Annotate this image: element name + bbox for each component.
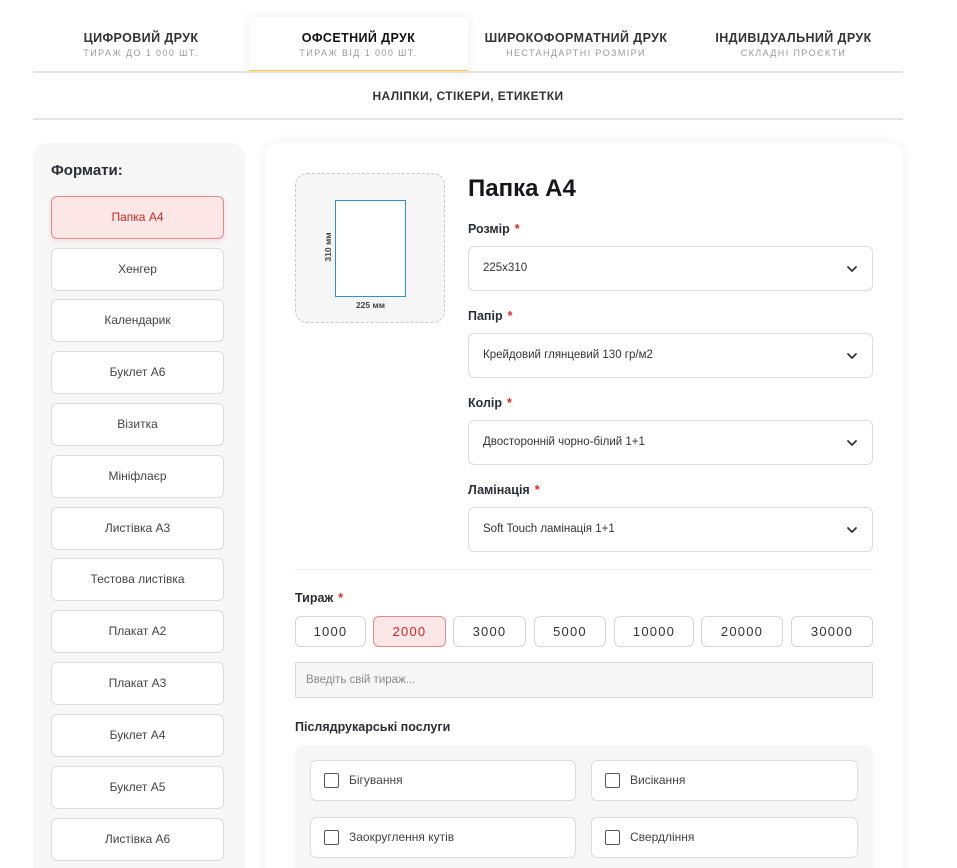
required-mark: *	[534, 483, 540, 497]
tab-subtitle: СКЛАДНІ ПРОЄКТИ	[740, 48, 847, 58]
paper-label: Папір *	[468, 309, 512, 323]
quantity-option-30000[interactable]: 30000	[791, 616, 873, 647]
custom-quantity-input[interactable]	[295, 662, 873, 698]
required-mark: *	[338, 591, 344, 605]
chevron-down-icon	[847, 266, 857, 272]
tab-title: ШИРОКОФОРМАТНИЙ ДРУК	[484, 31, 668, 45]
quantity-label-text: Тираж	[295, 591, 334, 605]
tab-subtitle: ТИРАЖ ДО 1 000 ШТ.	[83, 48, 199, 58]
checkbox[interactable]	[605, 830, 620, 845]
service-label: Висікання	[630, 773, 686, 787]
color-select[interactable]: Двосторонній чорно-білий 1+1	[468, 420, 873, 465]
size-select-value: 225x310	[483, 262, 528, 274]
sheet-outline	[335, 200, 406, 297]
color-label-text: Колір	[468, 396, 503, 410]
tab-custom-print[interactable]: ІНДИВІДУАЛЬНИЙ ДРУК СКЛАДНІ ПРОЄКТИ	[684, 17, 903, 72]
chevron-down-icon	[847, 440, 857, 446]
checkbox[interactable]	[324, 830, 339, 845]
paper-select-value: Крейдовий глянцевий 130 гр/м2	[483, 349, 653, 361]
services-panel: Бігування Висікання Заокруглення кутів С…	[295, 745, 873, 868]
format-item-booklet-a6[interactable]: Буклет А6	[51, 351, 224, 394]
preview-width-label: 225 мм	[355, 300, 386, 310]
paper-label-text: Папір	[468, 309, 503, 323]
chevron-down-icon	[847, 527, 857, 533]
services-label: Післядрукарські послуги	[295, 720, 451, 734]
quantity-label: Тираж *	[295, 591, 343, 605]
format-item-postcard-a3[interactable]: Листівка А3	[51, 507, 224, 550]
tab-stickers-labels[interactable]: НАЛІПКИ, СТІКЕРИ, ЕТИКЕТКИ	[33, 73, 903, 119]
chevron-down-icon	[847, 353, 857, 359]
quantity-option-10000[interactable]: 10000	[614, 616, 694, 647]
required-mark: *	[514, 222, 520, 236]
format-item-test-postcard[interactable]: Тестова листівка	[51, 558, 224, 601]
product-config-card: 225 мм 310 мм Папка А4 Розмір * 225x310 П…	[265, 143, 903, 868]
service-drilling[interactable]: Свердління	[591, 817, 858, 858]
quantity-option-1000[interactable]: 1000	[295, 616, 366, 647]
required-mark: *	[507, 396, 512, 410]
tab-wide-format-print[interactable]: ШИРОКОФОРМАТНИЙ ДРУК НЕСТАНДАРТНІ РОЗМІР…	[468, 17, 684, 72]
lamination-label: Ламінація *	[468, 483, 540, 497]
sidebar-title: Формати:	[51, 162, 123, 179]
preview-height-label: 310 мм	[323, 232, 333, 262]
tab-title: ЦИФРОВИЙ ДРУК	[83, 31, 199, 45]
color-select-value: Двосторонній чорно-білий 1+1	[483, 436, 645, 448]
size-select[interactable]: 225x310	[468, 246, 873, 291]
service-die-cutting[interactable]: Висікання	[591, 760, 858, 801]
service-label: Заокруглення кутів	[349, 830, 455, 844]
quantity-option-20000[interactable]: 20000	[701, 616, 783, 647]
paper-select[interactable]: Крейдовий глянцевий 130 гр/м2	[468, 333, 873, 378]
quantity-option-3000[interactable]: 3000	[453, 616, 526, 647]
format-item-booklet-a5[interactable]: Буклет А5	[51, 766, 224, 809]
tab-subtitle: НЕСТАНДАРТНІ РОЗМІРИ	[506, 48, 646, 58]
quantity-option-5000[interactable]: 5000	[534, 616, 606, 647]
format-item-folder-a4[interactable]: Папка А4	[51, 196, 224, 239]
formats-sidebar: Формати: Папка А4 Хенгер Календарик Букл…	[33, 143, 245, 868]
tab-title: ІНДИВІДУАЛЬНИЙ ДРУК	[715, 31, 872, 45]
tab-offset-print[interactable]: ОФСЕТНИЙ ДРУК ТИРАЖ ВІД 1 000 ШТ.	[249, 17, 468, 73]
required-mark: *	[507, 309, 513, 323]
print-type-tabs: ЦИФРОВИЙ ДРУК ТИРАЖ ДО 1 000 ШТ. ОФСЕТНИ…	[33, 17, 903, 73]
format-item-miniflyer[interactable]: Мініфлаєр	[51, 455, 224, 498]
service-corner-rounding[interactable]: Заокруглення кутів	[310, 817, 576, 858]
lamination-select-value: Soft Touch ламінація 1+1	[483, 523, 615, 535]
format-item-business-card[interactable]: Візитка	[51, 403, 224, 446]
format-preview: 225 мм 310 мм	[295, 173, 445, 323]
format-item-postcard-a6[interactable]: Листівка А6	[51, 818, 224, 861]
color-label: Колір *	[468, 396, 512, 410]
service-creasing[interactable]: Бігування	[310, 760, 576, 801]
format-item-poster-a2[interactable]: Плакат А2	[51, 610, 224, 653]
service-label: Бігування	[349, 773, 403, 787]
product-title: Папка А4	[468, 175, 576, 202]
subtabs-divider	[33, 118, 903, 120]
lamination-select[interactable]: Soft Touch ламінація 1+1	[468, 507, 873, 552]
tab-title: ОФСЕТНИЙ ДРУК	[301, 31, 416, 45]
lamination-label-text: Ламінація	[468, 483, 530, 497]
format-item-poster-a3[interactable]: Плакат А3	[51, 662, 224, 705]
size-label: Розмір *	[468, 222, 520, 236]
format-item-hanger[interactable]: Хенгер	[51, 248, 224, 291]
size-label-text: Розмір	[468, 222, 510, 236]
tab-subtitle: ТИРАЖ ВІД 1 000 ШТ.	[299, 48, 418, 58]
tab-digital-print[interactable]: ЦИФРОВИЙ ДРУК ТИРАЖ ДО 1 000 ШТ.	[33, 17, 249, 72]
checkbox[interactable]	[324, 773, 339, 788]
section-divider	[295, 569, 873, 570]
service-label: Свердління	[630, 830, 695, 844]
quantity-option-2000[interactable]: 2000	[373, 616, 446, 647]
format-item-calendar[interactable]: Календарик	[51, 299, 224, 342]
checkbox[interactable]	[605, 773, 620, 788]
format-item-booklet-a4[interactable]: Буклет А4	[51, 714, 224, 757]
